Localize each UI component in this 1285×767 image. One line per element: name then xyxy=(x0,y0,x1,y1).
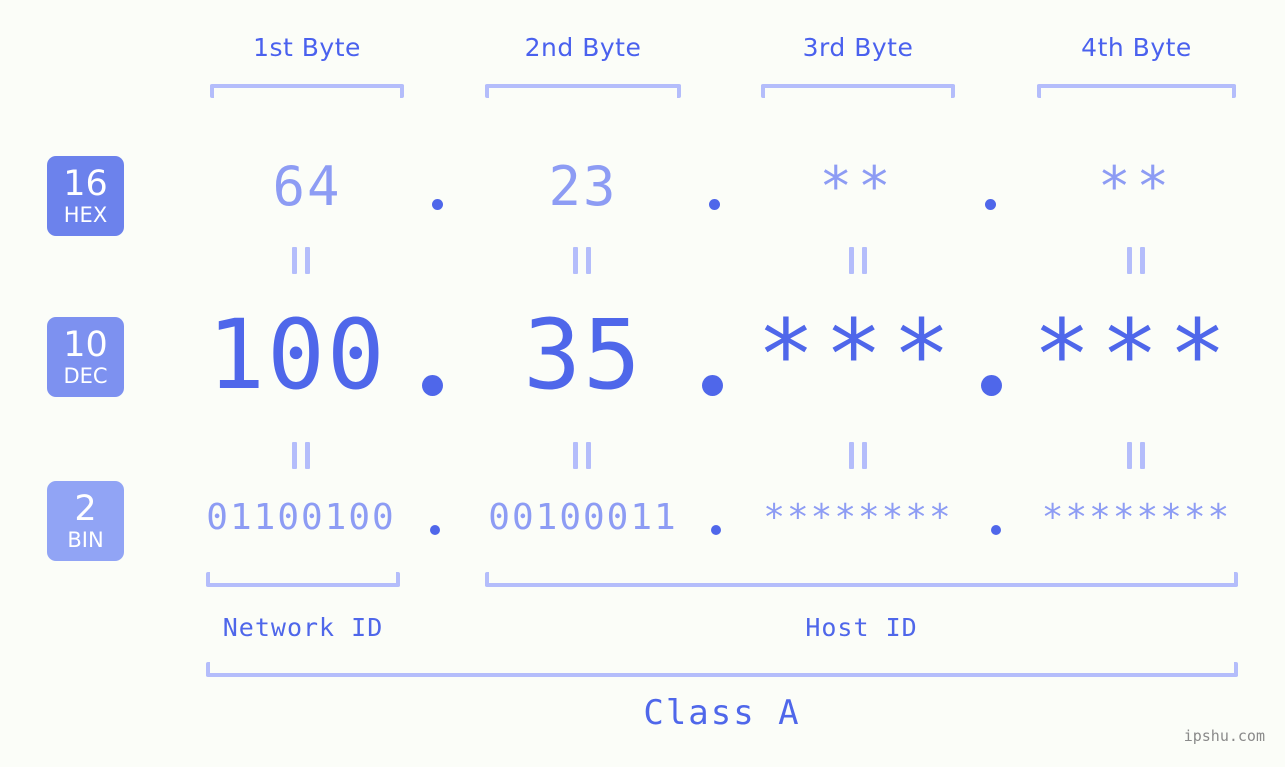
hex-separator-dot-3 xyxy=(985,199,996,210)
bin-separator-dot-1 xyxy=(430,525,440,535)
bracket-top-byte-4 xyxy=(1037,84,1236,98)
bracket-top-byte-2 xyxy=(485,84,681,98)
equals-mark-dec-bin-2 xyxy=(573,442,591,469)
dec-byte-3-value: *** xyxy=(757,299,961,411)
hex-byte-3-value: ** xyxy=(819,155,897,218)
base-badge-bin-abbr: BIN xyxy=(67,527,104,552)
hex-separator-dot-1 xyxy=(432,199,443,210)
byte-header-3: 3rd Byte xyxy=(802,33,914,62)
bin-byte-4-value: ******** xyxy=(1041,497,1232,538)
bin-byte-2-value: 00100011 xyxy=(488,497,678,538)
equals-mark-hex-dec-4 xyxy=(1127,247,1145,274)
equals-mark-hex-dec-2 xyxy=(573,247,591,274)
dec-separator-dot-2 xyxy=(702,375,723,396)
bin-separator-dot-2 xyxy=(711,525,721,535)
byte-header-4: 4th Byte xyxy=(1081,33,1192,62)
dec-byte-1-value: 100 xyxy=(207,299,387,411)
hex-byte-2-value: 23 xyxy=(548,155,618,218)
bin-byte-1-value: 01100100 xyxy=(206,497,396,538)
base-badge-hex-number: 16 xyxy=(63,163,108,204)
equals-mark-hex-dec-1 xyxy=(292,247,310,274)
equals-mark-hex-dec-3 xyxy=(849,247,867,274)
dec-separator-dot-1 xyxy=(422,375,443,396)
base-badge-hex-abbr: HEX xyxy=(63,202,108,227)
hex-byte-1-value: 64 xyxy=(272,155,342,218)
dec-byte-2-value: 35 xyxy=(523,299,643,411)
network-id-label: Network ID xyxy=(222,613,384,642)
base-badge-bin-number: 2 xyxy=(74,488,97,529)
bracket-host-id xyxy=(485,572,1238,587)
bracket-network-id xyxy=(206,572,400,587)
bracket-top-byte-3 xyxy=(761,84,955,98)
class-label: Class A xyxy=(643,693,801,733)
byte-header-1: 1st Byte xyxy=(253,33,361,62)
hex-byte-4-value: ** xyxy=(1097,155,1176,218)
equals-mark-dec-bin-4 xyxy=(1127,442,1145,469)
bin-byte-3-value: ******** xyxy=(763,497,953,538)
base-badge-dec-number: 10 xyxy=(63,324,108,365)
equals-mark-dec-bin-3 xyxy=(849,442,867,469)
ip-address-breakdown-diagram: 1st Byte 2nd Byte 3rd Byte 4th Byte 16 H… xyxy=(0,0,1285,767)
bracket-class xyxy=(206,662,1238,677)
byte-header-2: 2nd Byte xyxy=(524,33,642,62)
site-watermark: ipshu.com xyxy=(1183,727,1265,745)
base-badge-bin: 2 BIN xyxy=(47,481,124,561)
equals-mark-dec-bin-1 xyxy=(292,442,310,469)
bracket-top-byte-1 xyxy=(210,84,404,98)
bin-separator-dot-3 xyxy=(991,525,1001,535)
host-id-label: Host ID xyxy=(805,613,918,642)
base-badge-dec: 10 DEC xyxy=(47,317,124,397)
dec-byte-4-value: *** xyxy=(1033,299,1237,411)
dec-separator-dot-3 xyxy=(981,375,1002,396)
hex-separator-dot-2 xyxy=(709,199,720,210)
base-badge-dec-abbr: DEC xyxy=(63,363,108,388)
base-badge-hex: 16 HEX xyxy=(47,156,124,236)
